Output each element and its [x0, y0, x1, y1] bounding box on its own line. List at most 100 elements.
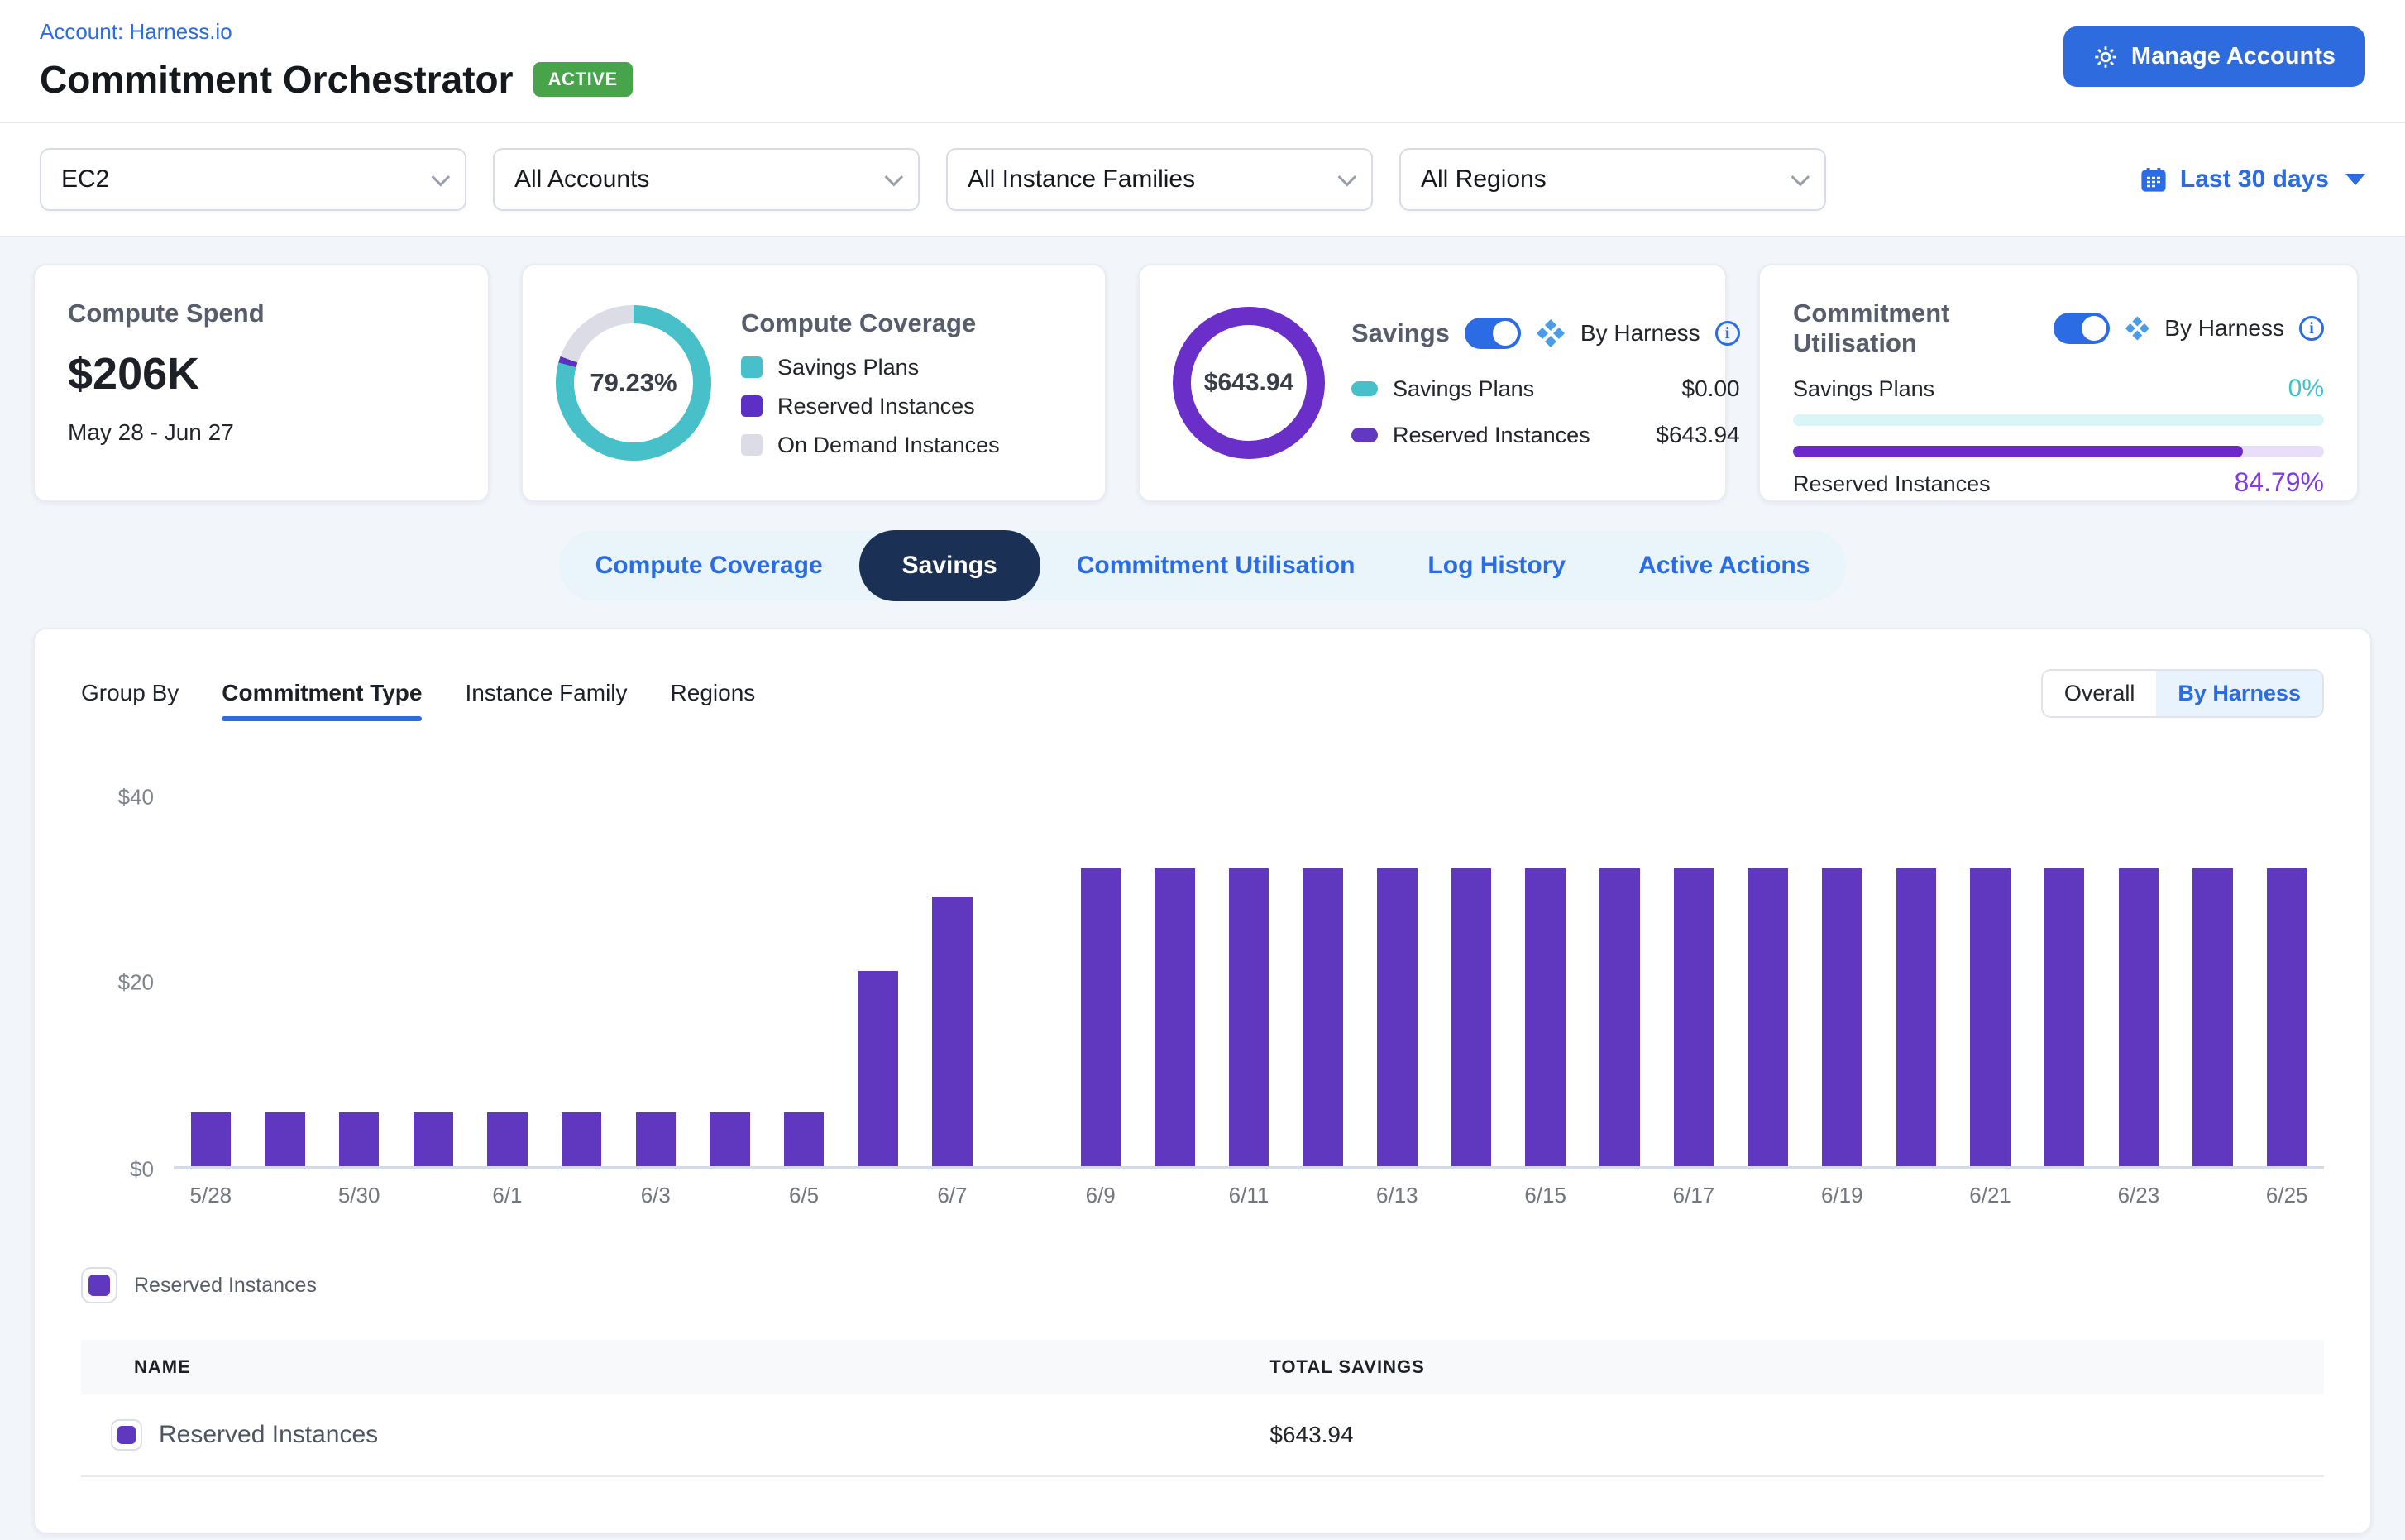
savings-total: $643.94 [1204, 369, 1293, 397]
chart-bar-slot [1064, 797, 1138, 1166]
instance-families-select-value: All Instance Families [968, 165, 1195, 194]
chart-plot-area [174, 797, 2324, 1169]
x-tick-label [1434, 1183, 1509, 1208]
savings-row-savings-plans: Savings Plans$0.00 [1351, 375, 1740, 402]
by-harness-toggle[interactable] [2054, 313, 2110, 344]
util-ri-value: 84.79% [2234, 467, 2324, 498]
chevron-down-icon [1338, 168, 1357, 187]
chart-bar-slot [2176, 797, 2250, 1166]
chart-bar-slot [1582, 797, 1657, 1166]
y-tick-20: $20 [81, 970, 154, 996]
chart-x-axis: 5/285/306/16/36/56/76/96/116/136/156/176… [174, 1183, 2324, 1208]
legend-pill [1351, 381, 1378, 396]
y-tick-0: $0 [81, 1157, 154, 1183]
x-tick-label: 6/3 [619, 1183, 693, 1208]
chart-bar[interactable] [1525, 868, 1565, 1166]
chart-bar[interactable] [339, 1112, 379, 1166]
savings-plans-progress-bar [1793, 414, 2324, 426]
page: Account: Harness.io Commitment Orchestra… [0, 0, 2405, 1540]
chart-bar[interactable] [2119, 868, 2159, 1166]
tab-savings[interactable]: Savings [859, 530, 1040, 601]
chart-bar[interactable] [1303, 868, 1342, 1166]
x-tick-label: 6/25 [2250, 1183, 2324, 1208]
x-tick-label: 6/7 [916, 1183, 990, 1208]
legend-swatch [741, 395, 763, 417]
chart-bar[interactable] [1599, 868, 1639, 1166]
chart-bar[interactable] [784, 1112, 824, 1166]
tab-log-history[interactable]: Log History [1391, 530, 1602, 601]
chart-bar[interactable] [710, 1112, 749, 1166]
instance-families-select[interactable]: All Instance Families [946, 148, 1373, 211]
chart-bar[interactable] [2267, 868, 2307, 1166]
harness-logo-icon [2125, 313, 2150, 343]
x-tick-label [1582, 1183, 1657, 1208]
chart-bar-slot [693, 797, 767, 1166]
chart-bar[interactable] [1896, 868, 1936, 1166]
chart-bar-slot [1434, 797, 1509, 1166]
chart-bar[interactable] [932, 897, 972, 1166]
tab-commitment-utilisation[interactable]: Commitment Utilisation [1040, 530, 1392, 601]
info-icon[interactable]: i [1715, 321, 1740, 346]
chart-bar-slot [1360, 797, 1435, 1166]
service-select[interactable]: EC2 [40, 148, 466, 211]
group-by-regions[interactable]: Regions [671, 680, 756, 721]
chart-bar[interactable] [1081, 868, 1121, 1166]
chart-bar[interactable] [1970, 868, 2010, 1166]
regions-select[interactable]: All Regions [1399, 148, 1826, 211]
chart-bar-slot [916, 797, 990, 1166]
chart-bar[interactable] [1229, 868, 1269, 1166]
tab-active-actions[interactable]: Active Actions [1602, 530, 1846, 601]
chart-bar[interactable] [1451, 868, 1491, 1166]
x-tick-label [248, 1183, 323, 1208]
harness-logo-icon [1536, 318, 1566, 348]
row-color-chip [111, 1419, 142, 1451]
x-tick-label [2176, 1183, 2250, 1208]
group-by-commitment-type[interactable]: Commitment Type [222, 680, 422, 721]
toggle-knob [1493, 321, 1518, 346]
table-row[interactable]: Reserved Instances $643.94 [81, 1394, 2324, 1477]
chart-bar[interactable] [1377, 868, 1417, 1166]
kpi-cards-row: Compute Spend $206K May 28 - Jun 27 79.2… [0, 237, 2405, 502]
page-header: Account: Harness.io Commitment Orchestra… [0, 0, 2405, 123]
chart-bar[interactable] [636, 1112, 676, 1166]
x-tick-label [841, 1183, 916, 1208]
chart-bar[interactable] [487, 1112, 527, 1166]
account-breadcrumb-link[interactable]: Account: Harness.io [40, 19, 232, 44]
chart-bar[interactable] [562, 1112, 601, 1166]
date-range-picker[interactable]: Last 30 days [2140, 165, 2365, 194]
accounts-select[interactable]: All Accounts [493, 148, 920, 211]
tab-compute-coverage[interactable]: Compute Coverage [559, 530, 859, 601]
segment-overall[interactable]: Overall [2043, 671, 2157, 716]
chart-bar[interactable] [2044, 868, 2084, 1166]
chart-bar[interactable] [265, 1112, 304, 1166]
compute-coverage-card: 79.23% Compute Coverage Savings Plans Re… [521, 264, 1107, 502]
coverage-percentage: 79.23% [556, 305, 711, 461]
chart-bar[interactable] [1822, 868, 1862, 1166]
section-tabs: Compute Coverage Savings Commitment Util… [559, 530, 1847, 601]
chart-bar-slot [841, 797, 916, 1166]
savings-title: Savings [1351, 318, 1450, 348]
chevron-down-icon [432, 168, 451, 187]
legend-checkbox-fill [88, 1275, 110, 1296]
table-header: NAME TOTAL SAVINGS [81, 1340, 2324, 1394]
chart-bar[interactable] [191, 1112, 231, 1166]
chart-bar[interactable] [1155, 868, 1194, 1166]
group-by-instance-family[interactable]: Instance Family [465, 680, 627, 721]
chart-bar[interactable] [858, 971, 898, 1166]
segment-by-harness[interactable]: By Harness [2156, 671, 2322, 716]
chart-bar[interactable] [1748, 868, 1787, 1166]
chart-bar-slot [1879, 797, 1953, 1166]
chart-bar[interactable] [414, 1112, 453, 1166]
chart-bar[interactable] [2192, 868, 2232, 1166]
compute-coverage-title: Compute Coverage [741, 308, 1000, 338]
by-harness-toggle[interactable] [1465, 318, 1521, 349]
legend-checkbox[interactable] [81, 1267, 117, 1303]
chart-bar[interactable] [1674, 868, 1714, 1166]
manage-accounts-button[interactable]: Manage Accounts [2063, 26, 2365, 87]
info-icon[interactable]: i [2299, 316, 2324, 341]
x-tick-label [693, 1183, 767, 1208]
chart-bar-slot [1657, 797, 1731, 1166]
chart-bar-slot [1509, 797, 1583, 1166]
util-sp-value: 0% [2288, 375, 2324, 403]
compute-spend-period: May 28 - Jun 27 [68, 419, 455, 446]
